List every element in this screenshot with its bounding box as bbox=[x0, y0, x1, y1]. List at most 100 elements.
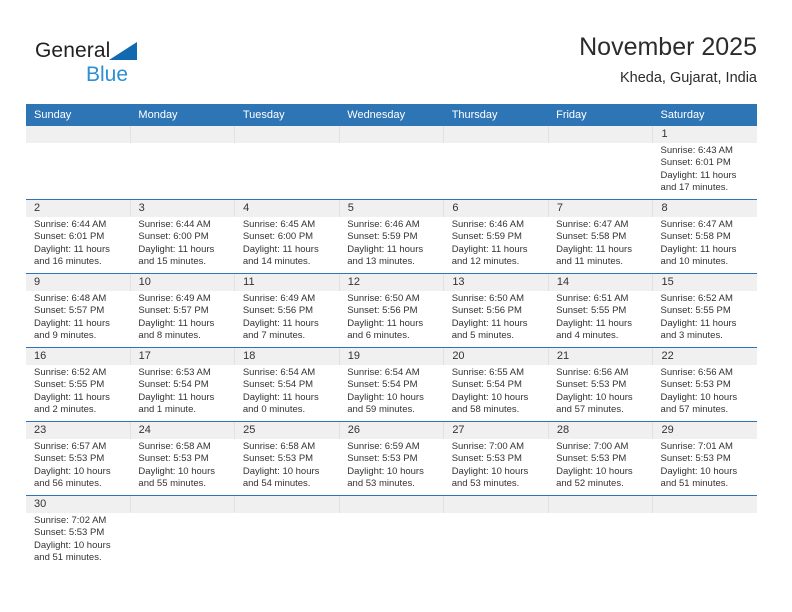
day-cell[interactable] bbox=[548, 143, 652, 199]
day-number[interactable]: 14 bbox=[549, 274, 654, 291]
day-cell[interactable]: Sunrise: 6:50 AM Sunset: 5:56 PM Dayligh… bbox=[444, 291, 548, 347]
day-number[interactable]: 15 bbox=[653, 274, 757, 291]
day-cell[interactable]: Sunrise: 6:52 AM Sunset: 5:55 PM Dayligh… bbox=[653, 291, 757, 347]
day-number[interactable] bbox=[653, 496, 757, 513]
day-cell[interactable] bbox=[548, 513, 652, 569]
day-number[interactable]: 18 bbox=[235, 348, 340, 365]
day-number[interactable]: 2 bbox=[26, 200, 131, 217]
day-cell[interactable]: Sunrise: 6:59 AM Sunset: 5:53 PM Dayligh… bbox=[339, 439, 443, 495]
day-cell[interactable]: Sunrise: 6:54 AM Sunset: 5:54 PM Dayligh… bbox=[235, 365, 339, 421]
day-number[interactable] bbox=[340, 126, 445, 143]
day-number[interactable] bbox=[131, 496, 236, 513]
day-number[interactable]: 29 bbox=[653, 422, 757, 439]
day-cell[interactable]: Sunrise: 6:46 AM Sunset: 5:59 PM Dayligh… bbox=[339, 217, 443, 273]
daylight-text-line2: and 57 minutes. bbox=[660, 403, 729, 415]
day-cell[interactable]: Sunrise: 6:50 AM Sunset: 5:56 PM Dayligh… bbox=[339, 291, 443, 347]
day-number[interactable] bbox=[444, 496, 549, 513]
day-number[interactable]: 3 bbox=[131, 200, 236, 217]
daylight-text-line1: Daylight: 11 hours bbox=[556, 243, 632, 255]
day-number[interactable]: 6 bbox=[444, 200, 549, 217]
day-number[interactable]: 5 bbox=[340, 200, 445, 217]
day-number[interactable]: 30 bbox=[26, 496, 131, 513]
daylight-text-line2: and 52 minutes. bbox=[556, 477, 624, 489]
day-number[interactable]: 23 bbox=[26, 422, 131, 439]
sunrise-text: Sunrise: 6:43 AM bbox=[660, 145, 733, 156]
day-cell[interactable]: Sunrise: 6:54 AM Sunset: 5:54 PM Dayligh… bbox=[339, 365, 443, 421]
sunset-text: Sunset: 5:53 PM bbox=[34, 527, 105, 539]
day-cell[interactable]: Sunrise: 6:44 AM Sunset: 6:01 PM Dayligh… bbox=[26, 217, 130, 273]
day-number[interactable]: 24 bbox=[131, 422, 236, 439]
sunrise-text: Sunrise: 6:45 AM bbox=[242, 219, 316, 230]
day-cell[interactable]: Sunrise: 6:51 AM Sunset: 5:55 PM Dayligh… bbox=[548, 291, 652, 347]
day-number[interactable]: 8 bbox=[653, 200, 757, 217]
day-cell[interactable] bbox=[653, 513, 757, 569]
day-number[interactable] bbox=[549, 126, 654, 143]
day-cell[interactable] bbox=[339, 513, 443, 569]
day-number[interactable] bbox=[340, 496, 445, 513]
day-number[interactable]: 22 bbox=[653, 348, 757, 365]
day-cell[interactable]: Sunrise: 6:53 AM Sunset: 5:54 PM Dayligh… bbox=[130, 365, 234, 421]
day-cell[interactable]: Sunrise: 6:55 AM Sunset: 5:54 PM Dayligh… bbox=[444, 365, 548, 421]
day-cell[interactable]: Sunrise: 6:44 AM Sunset: 6:00 PM Dayligh… bbox=[130, 217, 234, 273]
day-cell[interactable]: Sunrise: 6:45 AM Sunset: 6:00 PM Dayligh… bbox=[235, 217, 339, 273]
day-cell[interactable]: Sunrise: 7:01 AM Sunset: 5:53 PM Dayligh… bbox=[653, 439, 757, 495]
day-cell[interactable]: Sunrise: 6:47 AM Sunset: 5:58 PM Dayligh… bbox=[653, 217, 757, 273]
day-cell[interactable] bbox=[444, 143, 548, 199]
day-number[interactable]: 10 bbox=[131, 274, 236, 291]
day-cell[interactable]: Sunrise: 6:46 AM Sunset: 5:59 PM Dayligh… bbox=[444, 217, 548, 273]
brand-logo[interactable]: General Blue bbox=[35, 38, 225, 94]
day-number[interactable] bbox=[235, 496, 340, 513]
day-cell[interactable]: Sunrise: 6:49 AM Sunset: 5:57 PM Dayligh… bbox=[130, 291, 234, 347]
day-cell[interactable] bbox=[444, 513, 548, 569]
day-cell[interactable]: Sunrise: 6:43 AM Sunset: 6:01 PM Dayligh… bbox=[653, 143, 757, 199]
day-number[interactable]: 19 bbox=[340, 348, 445, 365]
day-number[interactable]: 17 bbox=[131, 348, 236, 365]
day-number[interactable]: 28 bbox=[549, 422, 654, 439]
day-number[interactable]: 4 bbox=[235, 200, 340, 217]
day-cell[interactable]: Sunrise: 6:49 AM Sunset: 5:56 PM Dayligh… bbox=[235, 291, 339, 347]
day-number[interactable] bbox=[131, 126, 236, 143]
day-number[interactable]: 9 bbox=[26, 274, 131, 291]
weekday-header-row: Sunday Monday Tuesday Wednesday Thursday… bbox=[26, 104, 757, 126]
day-cell[interactable] bbox=[130, 513, 234, 569]
daylight-text-line2: and 54 minutes. bbox=[242, 477, 311, 489]
day-number[interactable]: 1 bbox=[653, 126, 757, 143]
day-cell[interactable]: Sunrise: 7:00 AM Sunset: 5:53 PM Dayligh… bbox=[548, 439, 652, 495]
day-number[interactable] bbox=[235, 126, 340, 143]
day-number[interactable]: 20 bbox=[444, 348, 549, 365]
day-cell[interactable]: Sunrise: 6:52 AM Sunset: 5:55 PM Dayligh… bbox=[26, 365, 130, 421]
day-cell[interactable]: Sunrise: 6:58 AM Sunset: 5:53 PM Dayligh… bbox=[235, 439, 339, 495]
daylight-text-line1: Daylight: 10 hours bbox=[451, 391, 529, 403]
day-cell[interactable]: Sunrise: 6:47 AM Sunset: 5:58 PM Dayligh… bbox=[548, 217, 652, 273]
day-number[interactable]: 11 bbox=[235, 274, 340, 291]
day-cell[interactable] bbox=[26, 143, 130, 199]
daylight-text-line2: and 15 minutes. bbox=[138, 255, 207, 267]
week-daynumber-strip: 23 24 25 26 27 28 29 bbox=[26, 422, 757, 439]
day-number[interactable]: 16 bbox=[26, 348, 131, 365]
day-cell[interactable] bbox=[235, 513, 339, 569]
day-cell[interactable]: Sunrise: 6:56 AM Sunset: 5:53 PM Dayligh… bbox=[653, 365, 757, 421]
daylight-text-line2: and 11 minutes. bbox=[556, 255, 624, 267]
day-number[interactable] bbox=[444, 126, 549, 143]
day-number[interactable]: 12 bbox=[340, 274, 445, 291]
day-number[interactable]: 21 bbox=[549, 348, 654, 365]
day-number[interactable] bbox=[26, 126, 131, 143]
day-cell[interactable]: Sunrise: 6:57 AM Sunset: 5:53 PM Dayligh… bbox=[26, 439, 130, 495]
daylight-text-line2: and 56 minutes. bbox=[34, 477, 102, 489]
day-cell[interactable]: Sunrise: 6:56 AM Sunset: 5:53 PM Dayligh… bbox=[548, 365, 652, 421]
day-cell[interactable] bbox=[130, 143, 234, 199]
day-number[interactable]: 7 bbox=[549, 200, 654, 217]
day-cell[interactable]: Sunrise: 6:58 AM Sunset: 5:53 PM Dayligh… bbox=[130, 439, 234, 495]
day-cell[interactable] bbox=[339, 143, 443, 199]
day-number[interactable]: 27 bbox=[444, 422, 549, 439]
day-cell[interactable]: Sunrise: 7:02 AM Sunset: 5:53 PM Dayligh… bbox=[26, 513, 130, 569]
day-number[interactable] bbox=[549, 496, 654, 513]
day-cell[interactable] bbox=[235, 143, 339, 199]
week-detail-strip: Sunrise: 6:43 AM Sunset: 6:01 PM Dayligh… bbox=[26, 143, 757, 199]
day-cell[interactable]: Sunrise: 6:48 AM Sunset: 5:57 PM Dayligh… bbox=[26, 291, 130, 347]
day-cell[interactable]: Sunrise: 7:00 AM Sunset: 5:53 PM Dayligh… bbox=[444, 439, 548, 495]
daylight-text-line2: and 58 minutes. bbox=[451, 403, 520, 415]
day-number[interactable]: 26 bbox=[340, 422, 445, 439]
day-number[interactable]: 13 bbox=[444, 274, 549, 291]
day-number[interactable]: 25 bbox=[235, 422, 340, 439]
